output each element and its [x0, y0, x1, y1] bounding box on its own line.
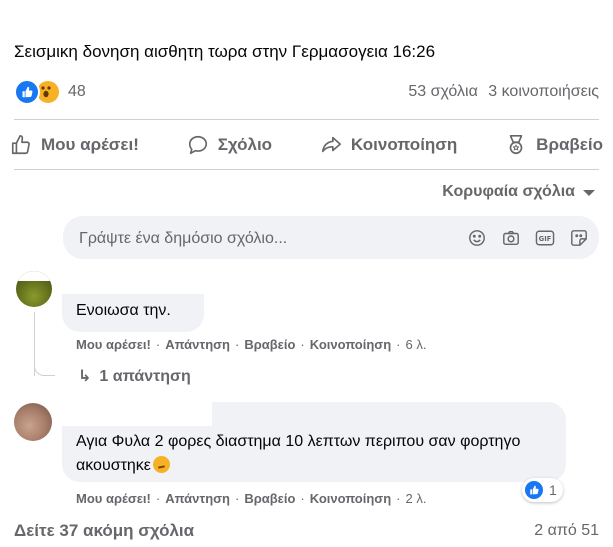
sort-label: Κορυφαία σχόλια	[442, 183, 575, 200]
comment-reaction-badge[interactable]: 1	[522, 478, 563, 502]
avatar[interactable]	[16, 271, 52, 307]
like-button[interactable]: Μου αρέσει!	[10, 134, 139, 156]
comment-timestamp[interactable]: 2 λ.	[405, 491, 426, 506]
comment-share-link[interactable]: Κοινοποίηση	[310, 337, 391, 352]
like-button-label: Μου αρέσει!	[41, 135, 139, 154]
comment-icon	[188, 135, 207, 155]
share-button-label: Κοινοποίηση	[350, 135, 458, 154]
comment-award-link[interactable]: Βραβείο	[244, 337, 295, 352]
post-stats: 53 σχόλια 3 κοινοποιήσεις	[408, 83, 599, 101]
redacted-author-name	[62, 270, 204, 294]
emoji-icon[interactable]	[467, 228, 487, 248]
comment-button-label: Σχόλιο	[217, 135, 273, 154]
award-button-label: Βραβείο	[536, 135, 603, 154]
comment-like-link[interactable]: Μου αρέσει!	[76, 491, 151, 506]
composer-icons: GIF	[467, 228, 589, 248]
gif-icon[interactable]: GIF	[535, 228, 555, 248]
redacted-author-name	[62, 402, 212, 426]
award-button[interactable]: Βραβείο	[505, 134, 603, 156]
comment-text: Ενοιωσα την.	[76, 302, 171, 319]
like-icon	[525, 481, 543, 499]
camera-icon[interactable]	[501, 228, 521, 248]
award-medal-icon	[509, 135, 523, 155]
comment-reaction-count: 1	[549, 482, 557, 498]
smirk-emoji-icon	[152, 456, 170, 473]
comment-text-wrap: Αγια Φυλα 2 φορες διαστημα 10 λεπτων περ…	[76, 430, 546, 478]
comment-sort-dropdown[interactable]: Κορυφαία σχόλια	[442, 183, 595, 201]
divider	[14, 119, 599, 120]
post-text: Σεισμικη δονηση αισθητη τωρα στην Γερμασ…	[14, 42, 436, 61]
comment-pager: 2 από 51	[534, 522, 599, 539]
comment-timestamp[interactable]: 6 λ.	[405, 337, 426, 352]
replies-count: 1 απάντηση	[99, 368, 191, 385]
comment-input[interactable]	[77, 216, 461, 261]
view-replies-link[interactable]: ↳ 1 απάντηση	[78, 366, 191, 386]
share-button[interactable]: Κοινοποίηση	[320, 134, 457, 156]
comment-share-link[interactable]: Κοινοποίηση	[310, 491, 391, 506]
svg-text:GIF: GIF	[539, 235, 552, 243]
comments-count-link[interactable]: 53 σχόλια	[408, 83, 477, 100]
sticker-icon[interactable]	[569, 228, 589, 248]
divider	[14, 169, 599, 170]
comment-bubble: Ενοιωσα την.	[62, 270, 204, 332]
thumbs-up-icon	[11, 135, 30, 155]
reaction-count: 48	[68, 83, 86, 100]
comment-award-link[interactable]: Βραβείο	[244, 491, 295, 506]
reply-arrow-icon: ↳	[78, 368, 92, 385]
comment-bubble: Αγια Φυλα 2 φορες διαστημα 10 λεπτων περ…	[62, 402, 566, 482]
comment-actions: Μου αρέσει! · Απάντηση · Βραβείο · Κοινοποίηση…	[76, 491, 427, 506]
like-icon	[14, 79, 40, 105]
comment-composer: GIF	[63, 216, 599, 261]
comment-like-link[interactable]: Μου αρέσει!	[76, 337, 151, 352]
view-more-comments-link[interactable]: Δείτε 37 ακόμη σχόλια	[14, 521, 194, 541]
shares-count-link[interactable]: 3 κοινοποιήσεις	[488, 83, 599, 100]
comment-actions: Μου αρέσει! · Απάντηση · Βραβείο · Κοινοποίηση…	[76, 337, 427, 352]
comment-button[interactable]: Σχόλιο	[187, 134, 272, 156]
share-arrow-icon	[321, 136, 341, 153]
avatar[interactable]	[14, 403, 52, 441]
post-action-bar: Μου αρέσει! Σχόλιο Κοινοποίηση Βραβείο	[10, 128, 603, 162]
thread-connector	[34, 355, 55, 376]
caret-down-icon	[583, 190, 595, 196]
comment-reply-link[interactable]: Απάντηση	[165, 337, 230, 352]
comment-text: Αγια Φυλα 2 φορες διαστημα 10 λεπτων περ…	[76, 433, 521, 474]
comment-reply-link[interactable]: Απάντηση	[165, 491, 230, 506]
reactions-summary[interactable]: 48	[14, 79, 86, 105]
